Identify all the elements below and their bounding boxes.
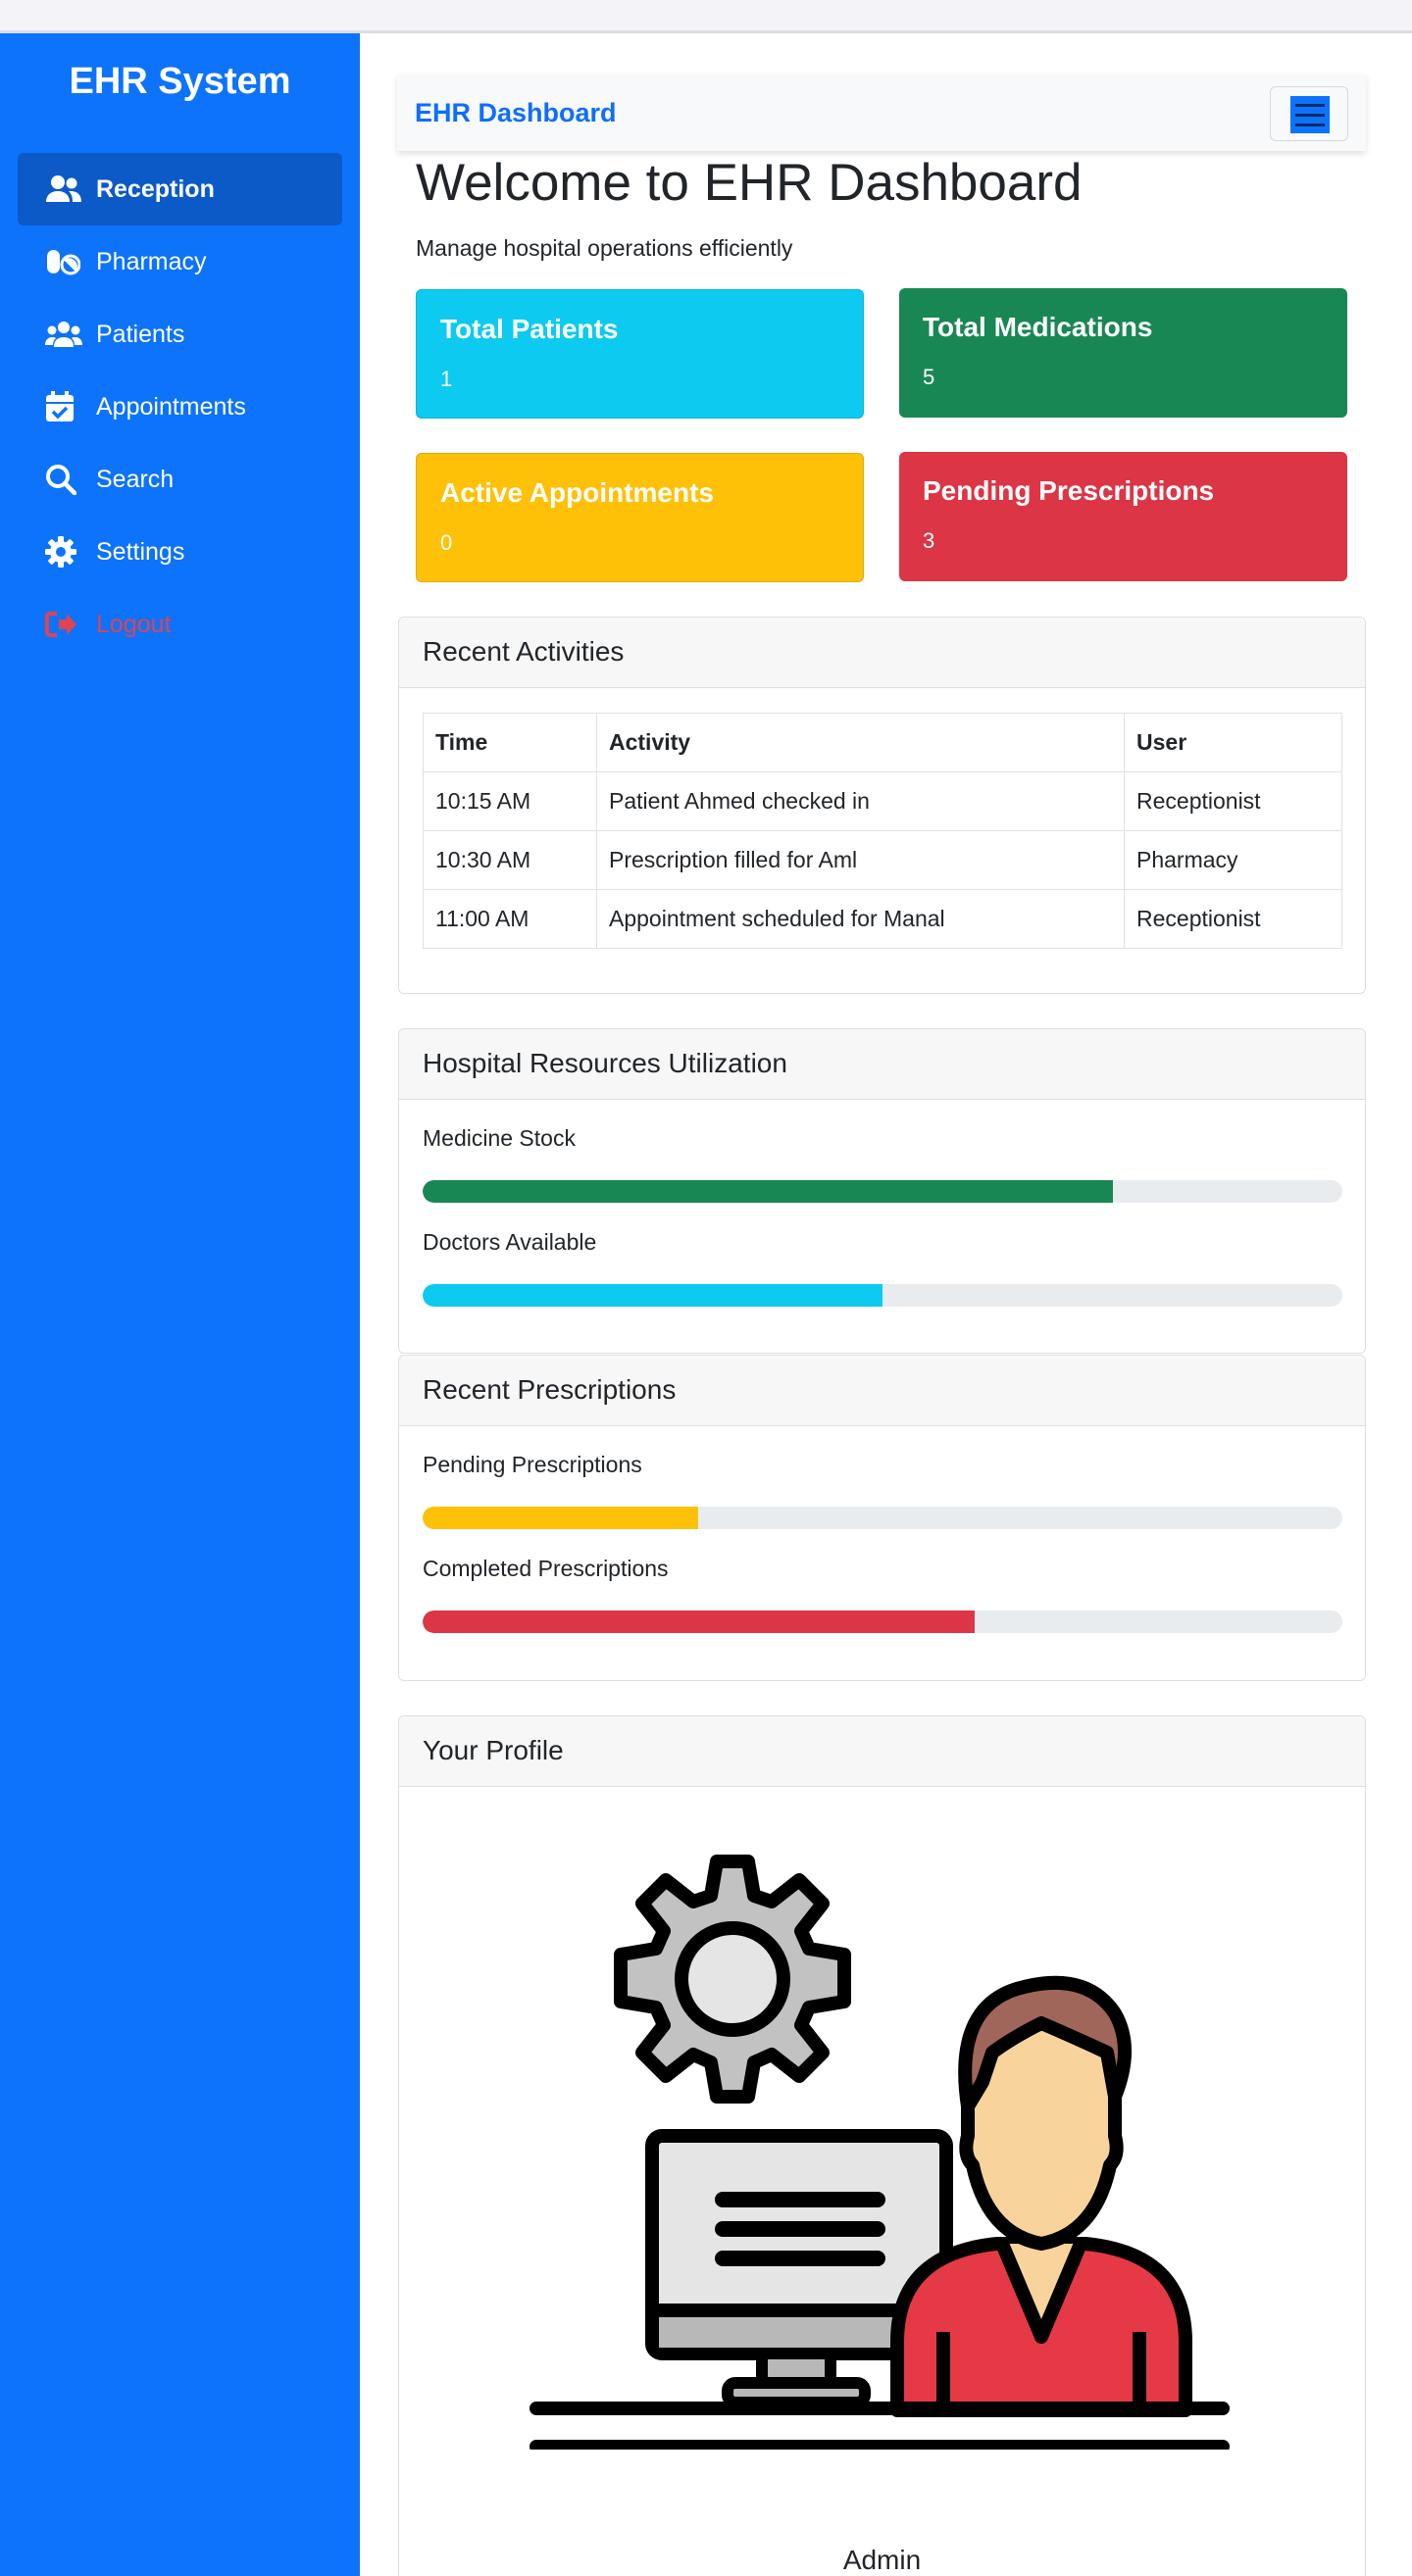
- top-navbar: EHR Dashboard: [397, 74, 1366, 151]
- sidebar-item-reception[interactable]: Reception: [18, 153, 342, 225]
- sidebar-item-label: Pharmacy: [96, 247, 207, 275]
- gear-icon: [45, 535, 84, 569]
- navbar-brand[interactable]: EHR Dashboard: [415, 74, 617, 151]
- prescriptions-card: Recent Prescriptions Pending Prescriptio…: [398, 1355, 1366, 1681]
- table-cell: 11:00 AM: [423, 889, 597, 949]
- stat-value: 5: [923, 365, 935, 389]
- table-cell: 10:30 AM: [423, 830, 597, 890]
- stat-card-pending-prescriptions: Pending Prescriptions 3: [899, 452, 1347, 581]
- progress-fill: [423, 1507, 699, 1529]
- stat-value: 1: [440, 367, 453, 391]
- hamburger-icon: [1290, 96, 1330, 133]
- progress-bar: [423, 1610, 1342, 1633]
- users-icon: [45, 173, 84, 206]
- sidebar-brand: EHR System: [69, 61, 291, 102]
- sidebar-item-settings[interactable]: Settings: [18, 516, 342, 588]
- progress-bar: [423, 1284, 1342, 1307]
- column-header: Time: [423, 713, 597, 772]
- calendar-check-icon: [45, 390, 84, 423]
- profile-card: Your Profile Admin: [398, 1715, 1366, 2576]
- search-icon: [45, 463, 84, 496]
- sidebar: EHR System Reception Pharmacy Patients A…: [0, 33, 360, 2576]
- stat-title: Total Patients: [440, 314, 619, 344]
- progress-fill: [423, 1610, 975, 1633]
- table-row: 10:15 AM Patient Ahmed checked in Recept…: [423, 771, 1342, 831]
- column-header: User: [1124, 713, 1342, 772]
- sidebar-item-label: Logout: [96, 610, 172, 638]
- prescription-label: Pending Prescriptions: [423, 1452, 642, 1477]
- card-title: Hospital Resources Utilization: [399, 1029, 1365, 1100]
- table-row: 10:30 AM Prescription filled for Aml Pha…: [423, 830, 1342, 890]
- resource-label: Doctors Available: [423, 1229, 597, 1255]
- progress-bar: [423, 1180, 1342, 1203]
- resource-label: Medicine Stock: [423, 1125, 576, 1151]
- recent-activities-card: Recent Activities Time Activity User 10:…: [398, 617, 1366, 994]
- table-cell: Receptionist: [1124, 889, 1342, 949]
- browser-top-strip: [0, 0, 1412, 33]
- page-subtitle: Manage hospital operations efficiently: [416, 235, 793, 261]
- sidebar-item-logout[interactable]: Logout: [18, 588, 342, 661]
- table-cell: Appointment scheduled for Manal: [596, 889, 1125, 949]
- profile-name: Admin: [842, 2545, 922, 2575]
- stat-value: 3: [923, 528, 935, 553]
- stat-title: Pending Prescriptions: [923, 475, 1215, 506]
- page-title: Welcome to EHR Dashboard: [416, 154, 1083, 212]
- sidebar-item-label: Settings: [96, 537, 185, 566]
- stat-value: 0: [440, 530, 453, 555]
- sidebar-item-label: Reception: [96, 174, 215, 203]
- table-header-row: Time Activity User: [423, 713, 1342, 772]
- stat-card-total-medications: Total Medications 5: [899, 288, 1347, 418]
- gear-illustration-icon: [614, 1855, 851, 2104]
- sidebar-nav: Reception Pharmacy Patients Appointments…: [18, 153, 342, 661]
- prescription-label: Completed Prescriptions: [423, 1556, 669, 1581]
- admin-avatar: [530, 1855, 1230, 2450]
- sidebar-item-label: Patients: [96, 320, 185, 348]
- progress-fill: [423, 1180, 1113, 1203]
- card-title: Your Profile: [399, 1716, 1365, 1787]
- table-cell: Receptionist: [1124, 771, 1342, 831]
- table-cell: Prescription filled for Aml: [596, 830, 1125, 890]
- sidebar-item-label: Search: [96, 465, 175, 493]
- sidebar-item-pharmacy[interactable]: Pharmacy: [18, 225, 342, 298]
- sidebar-item-label: Appointments: [96, 392, 246, 421]
- sidebar-item-patients[interactable]: Patients: [18, 298, 342, 371]
- card-title: Recent Activities: [399, 618, 1365, 688]
- table-cell: Patient Ahmed checked in: [596, 771, 1125, 831]
- stat-title: Active Appointments: [440, 477, 714, 508]
- resources-card: Hospital Resources Utilization Medicine …: [398, 1028, 1366, 1354]
- sign-out-icon: [45, 608, 84, 641]
- stat-card-active-appointments: Active Appointments 0: [416, 453, 864, 582]
- table-cell: 10:15 AM: [423, 771, 597, 831]
- sidebar-item-appointments[interactable]: Appointments: [18, 371, 342, 443]
- card-title: Recent Prescriptions: [399, 1356, 1365, 1426]
- navbar-toggle-button[interactable]: [1270, 86, 1348, 141]
- table-cell: Pharmacy: [1124, 830, 1342, 890]
- stat-title: Total Medications: [923, 312, 1153, 342]
- activities-table: Time Activity User 10:15 AM Patient Ahme…: [423, 713, 1342, 949]
- stat-card-total-patients: Total Patients 1: [416, 289, 864, 419]
- sidebar-item-search[interactable]: Search: [18, 443, 342, 516]
- progress-bar: [423, 1507, 1342, 1529]
- column-header: Activity: [596, 713, 1125, 772]
- progress-fill: [423, 1284, 882, 1307]
- pills-icon: [45, 245, 84, 278]
- user-group-icon: [45, 318, 84, 351]
- table-row: 11:00 AM Appointment scheduled for Manal…: [423, 889, 1342, 949]
